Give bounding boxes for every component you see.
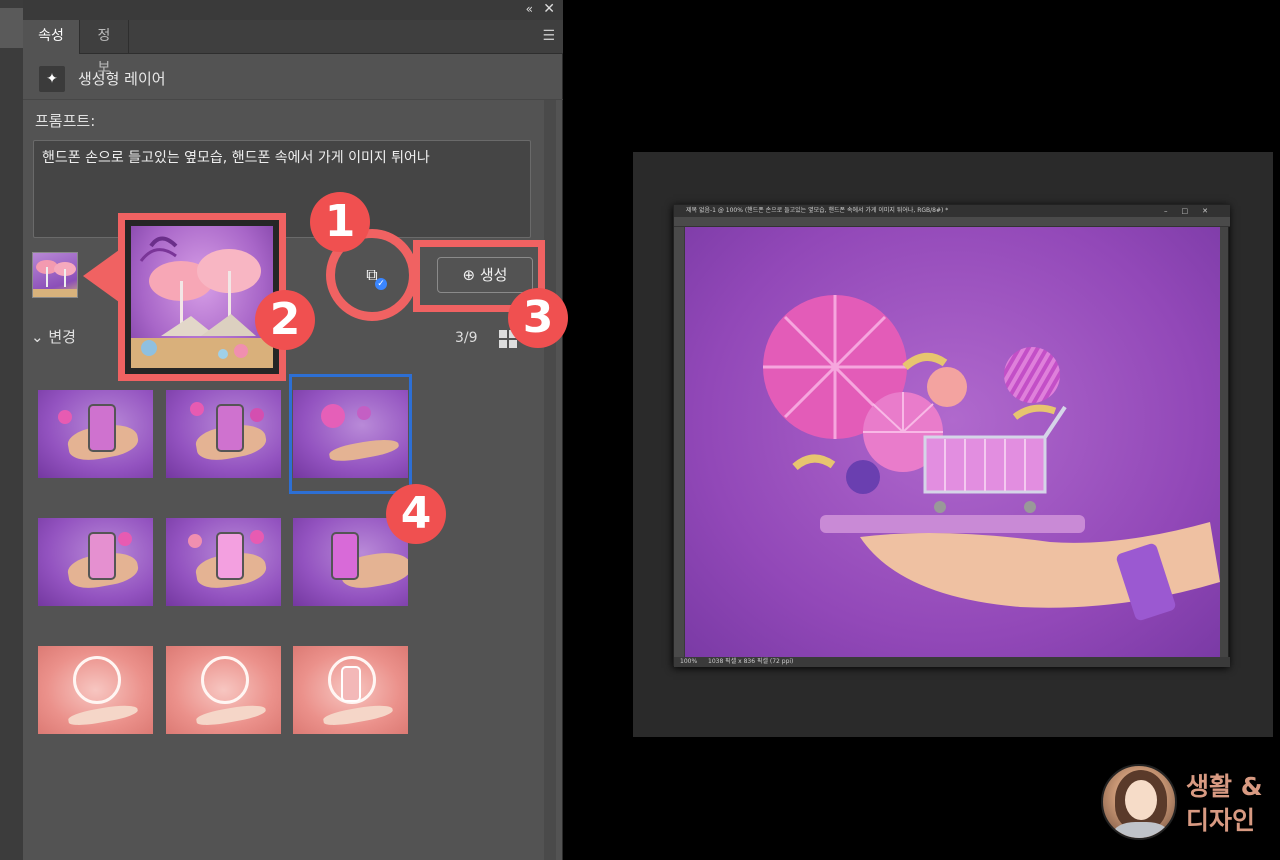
panel-tabs: 속성 정보 ☰ (23, 20, 563, 76)
generate-button[interactable]: ⊕ 생성 (437, 257, 533, 293)
dock-tab[interactable] (0, 8, 23, 48)
document-status-bar: 100% 1038 픽셀 x 836 픽셀 (72 ppi) (674, 657, 1230, 667)
reference-preview-highlight (118, 213, 286, 381)
variation-thumbnail-2[interactable] (166, 390, 281, 478)
variation-thumbnail-4[interactable] (38, 518, 153, 606)
annotation-badge-4: 4 (386, 484, 446, 544)
reference-thumbnail[interactable] (32, 252, 78, 298)
brand-line-2: 디자인 (1186, 806, 1256, 835)
window-controls[interactable]: –□✕ (1164, 205, 1222, 217)
variations-label: 변경 (48, 328, 76, 346)
checkmark-icon: ✓ (375, 278, 387, 290)
document-window: 제목 없음-1 @ 100% (핸드폰 손으로 들고있는 옆모습, 핸드폰 속에… (673, 204, 1230, 667)
annotation-badge-1: 1 (310, 192, 370, 252)
generative-sparkle-icon: ✦ (39, 66, 65, 92)
variation-thumbnail-1[interactable] (38, 390, 153, 478)
annotation-badge-2: 2 (255, 290, 315, 350)
brand-logo-text: 생활 & 디자인 (1186, 770, 1263, 838)
layer-title: 생성형 레이어 (78, 70, 166, 88)
close-icon[interactable]: ✕ (543, 1, 555, 17)
prompt-label: 프롬프트: (35, 112, 96, 130)
layer-type-row: ✦ 생성형 레이어 (23, 56, 563, 100)
chevron-down-icon: ⌄ (31, 328, 44, 346)
document-titlebar: 제목 없음-1 @ 100% (핸드폰 손으로 들고있는 옆모습, 핸드폰 속에… (674, 205, 1230, 217)
double-chevron-left-icon[interactable]: « (526, 2, 533, 16)
left-dock-strip (0, 0, 23, 860)
variation-thumbnail-5[interactable] (166, 518, 281, 606)
tab-info[interactable]: 정보 (79, 20, 129, 76)
variation-thumbnail-7[interactable] (38, 646, 153, 734)
generate-button-label: 생성 (479, 266, 508, 284)
brand-avatar (1101, 764, 1177, 840)
variations-header[interactable]: ⌄ 변경 (31, 326, 76, 347)
selected-variation-highlight (289, 374, 412, 494)
variation-thumbnail-8[interactable] (166, 646, 281, 734)
document-vertical-scrollbar[interactable] (1220, 227, 1228, 657)
ruler-top (674, 217, 1230, 227)
brand-line-1: 생활 & (1186, 772, 1263, 801)
callout-arrow (83, 250, 119, 302)
tab-properties[interactable]: 속성 (23, 20, 79, 54)
variations-count: 3/9 (455, 330, 478, 346)
variation-thumbnail-9[interactable] (293, 646, 408, 734)
panel-topbar: « ✕ (23, 0, 563, 20)
ruler-left (674, 227, 684, 657)
document-canvas[interactable] (685, 227, 1221, 657)
properties-panel: « ✕ 속성 정보 ☰ ✦ 생성형 레이어 프롬프트: 핸드폰 손으로 들고있는… (23, 0, 568, 860)
panel-scrollbar[interactable] (544, 100, 556, 860)
document-title: 제목 없음-1 @ 100% (핸드폰 손으로 들고있는 옆모습, 핸드폰 속에… (686, 207, 949, 214)
document-info: 1038 픽셀 x 836 픽셀 (72 ppi) (708, 658, 794, 665)
hamburger-menu-icon[interactable]: ☰ (542, 28, 555, 44)
zoom-level[interactable]: 100% (680, 657, 697, 667)
reference-preview-image (131, 226, 273, 368)
generate-plus-icon: ⊕ (462, 266, 476, 284)
annotation-badge-3: 3 (508, 288, 568, 348)
